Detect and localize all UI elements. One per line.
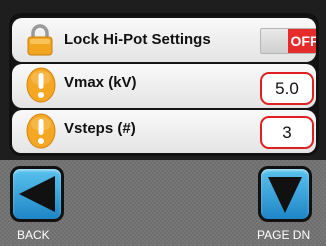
arrow-left-icon (19, 176, 55, 212)
warning-icon (26, 67, 56, 103)
padlock-icon (27, 24, 53, 56)
arrow-down-icon (268, 177, 302, 213)
hipot-settings-screen: Lock Hi-Pot Settings OFF Vmax (kV) 5.0 V… (0, 0, 326, 246)
page-down-label: PAGE DN (257, 228, 311, 242)
vsteps-value-field[interactable]: 3 (260, 116, 314, 149)
lock-settings-toggle[interactable]: OFF (260, 28, 316, 54)
lock-settings-row: Lock Hi-Pot Settings OFF (12, 18, 316, 62)
vsteps-row: Vsteps (#) 3 (12, 110, 316, 153)
toggle-state-text: OFF (288, 29, 316, 53)
vmax-label: Vmax (kV) (64, 74, 137, 91)
vmax-row: Vmax (kV) 5.0 (12, 64, 316, 108)
lock-settings-label: Lock Hi-Pot Settings (64, 31, 211, 48)
vmax-value-field[interactable]: 5.0 (260, 72, 314, 105)
bottom-nav-bar: BACK PAGE DN (0, 160, 326, 246)
back-label: BACK (17, 228, 50, 242)
warning-icon (26, 113, 56, 149)
toggle-knob (261, 29, 289, 53)
page-down-button[interactable] (258, 166, 312, 222)
settings-panel: Lock Hi-Pot Settings OFF Vmax (kV) 5.0 V… (9, 13, 319, 156)
vsteps-label: Vsteps (#) (64, 120, 136, 137)
back-button[interactable] (10, 166, 64, 222)
